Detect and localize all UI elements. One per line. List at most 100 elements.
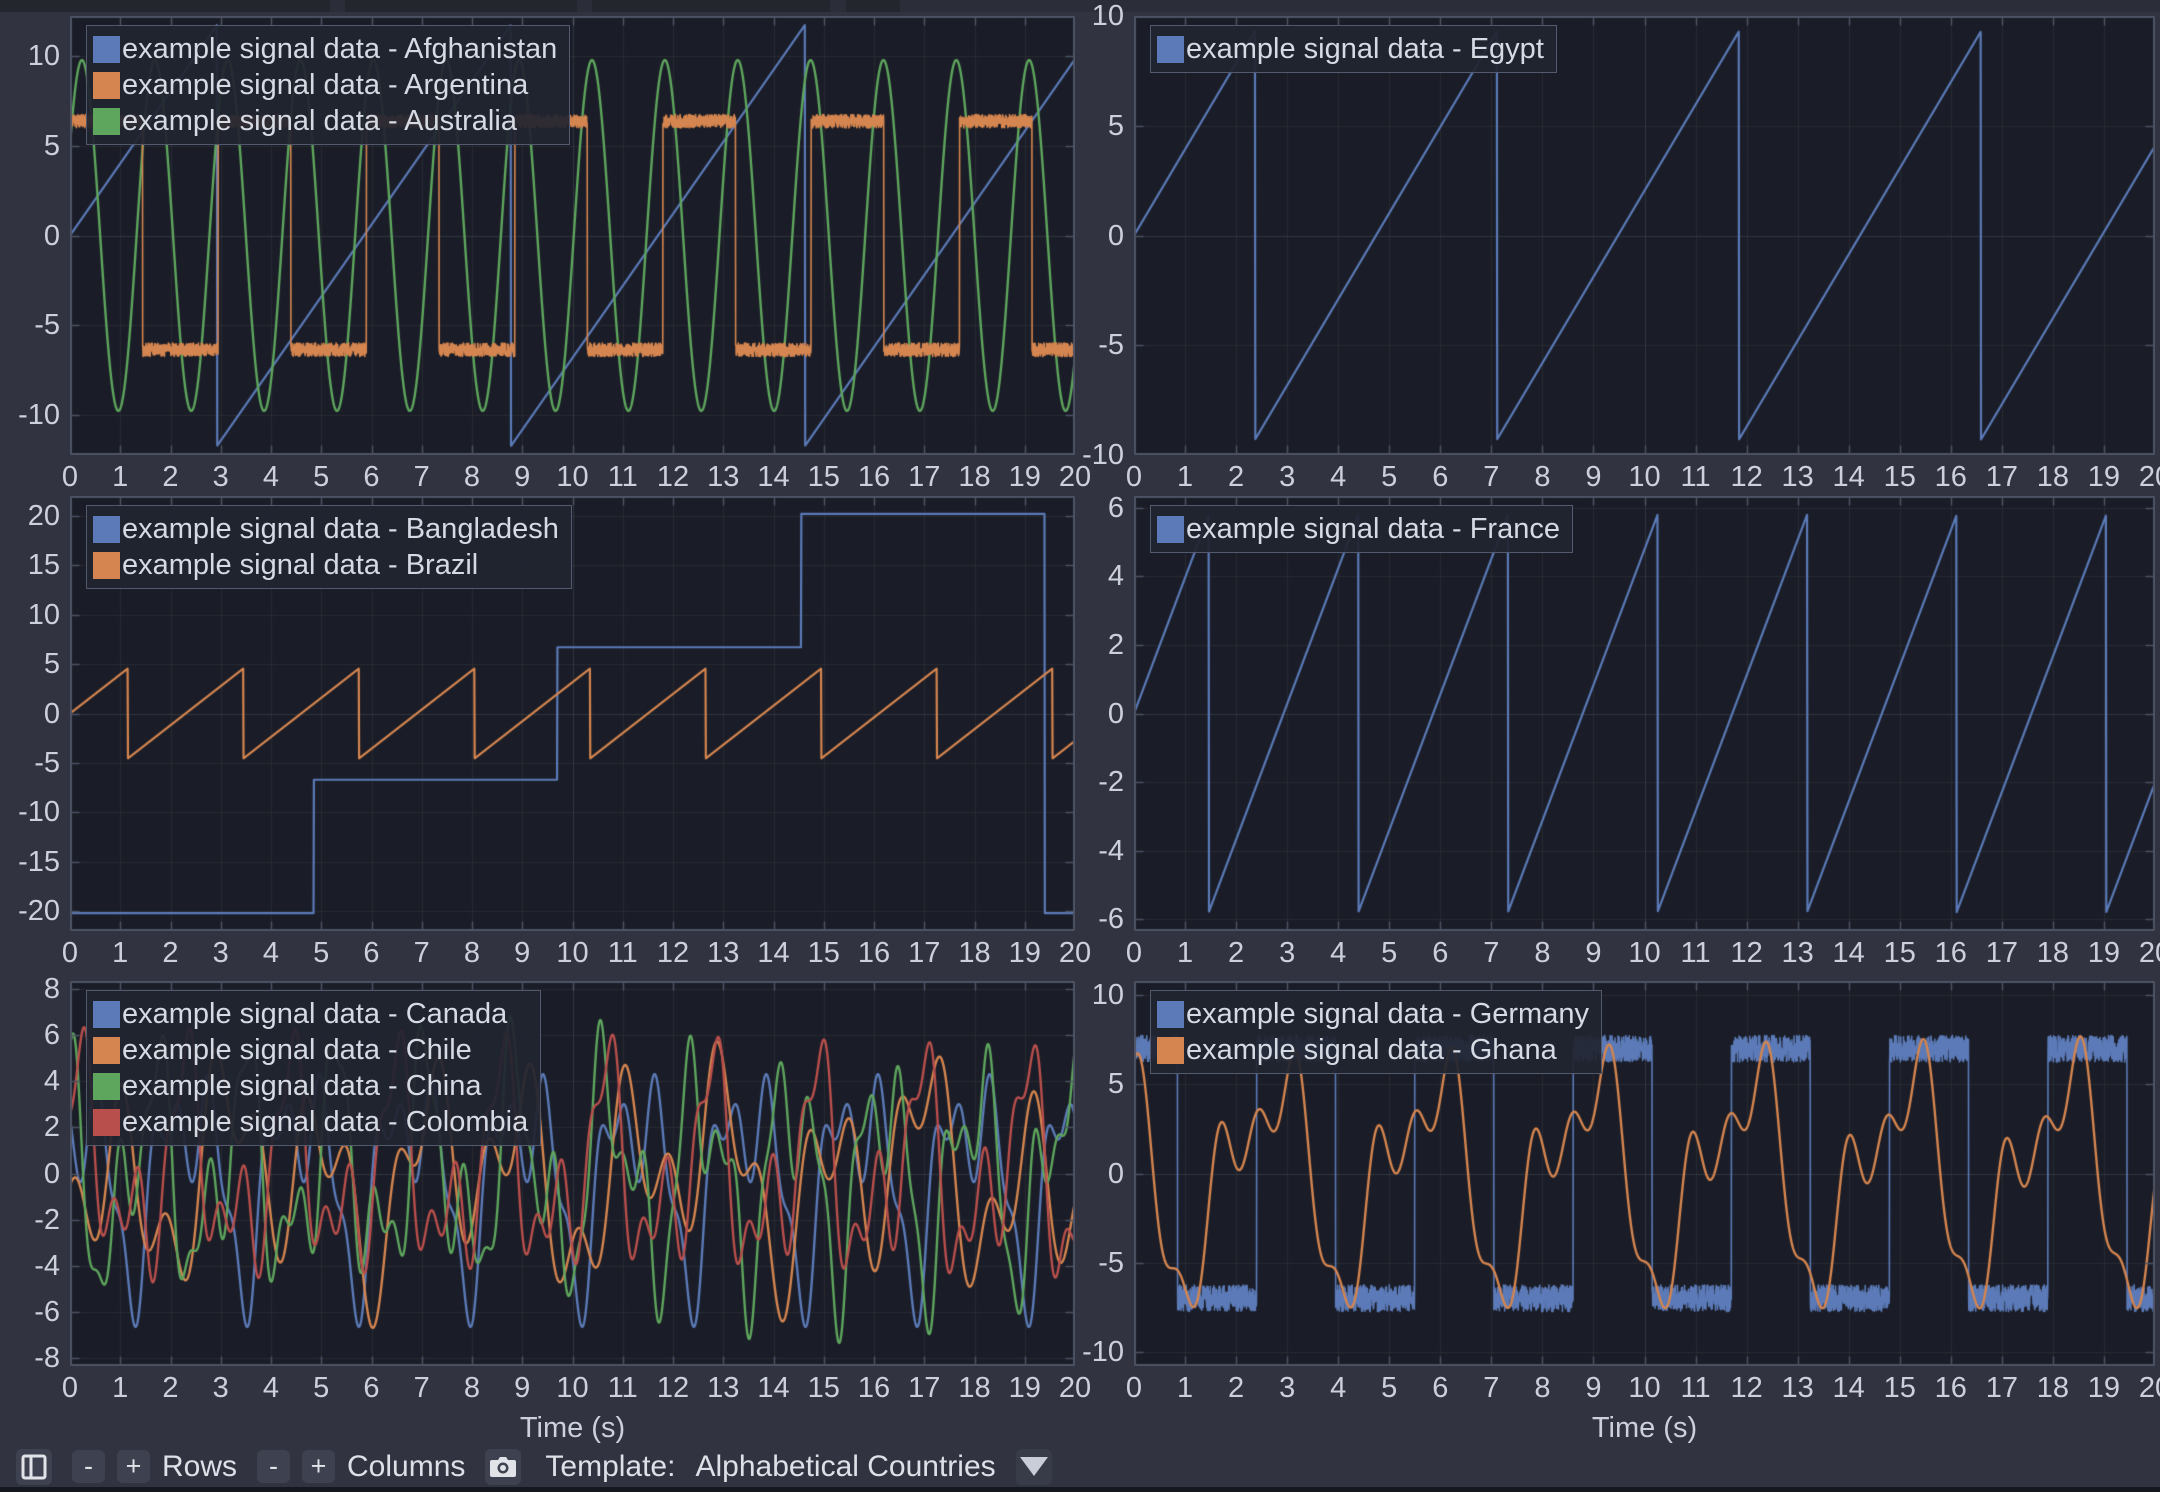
x-tick-label: 1 [1177, 1373, 1193, 1403]
x-tick-label: 3 [213, 1373, 229, 1403]
legend-item[interactable]: example signal data - Brazil [93, 547, 559, 583]
x-tick-label: 5 [1381, 1373, 1397, 1403]
y-tick-label: -5 [1098, 330, 1124, 360]
x-tick-label: 15 [808, 462, 840, 492]
x-tick-label: 17 [908, 1373, 940, 1403]
x-axis-title: Time (s) [520, 1412, 625, 1445]
x-tick-label: 1 [1177, 462, 1193, 492]
x-tick-label: 14 [757, 1373, 789, 1403]
rows-remove-button[interactable]: - [72, 1450, 105, 1483]
x-tick-label: 3 [1279, 938, 1295, 968]
x-tick-label: 14 [1833, 1373, 1865, 1403]
x-tick-label: 3 [1279, 1373, 1295, 1403]
legend-item[interactable]: example signal data - Ghana [1157, 1032, 1589, 1068]
chevron-down-icon [1020, 1457, 1048, 1476]
x-tick-label: 2 [162, 938, 178, 968]
legend-label: example signal data - China [122, 1070, 481, 1103]
template-selected-value[interactable]: Alphabetical Countries [695, 1450, 995, 1484]
legend-item[interactable]: example signal data - Afghanistan [93, 31, 557, 67]
x-tick-label: 13 [707, 1373, 739, 1403]
x-tick-label: 15 [1884, 462, 1916, 492]
y-tick-label: 5 [1108, 111, 1124, 141]
x-tick-label: 6 [1432, 938, 1448, 968]
snapshot-camera-button[interactable] [485, 1449, 521, 1485]
layout-panel-button[interactable] [16, 1449, 52, 1485]
y-tick-label: -6 [1098, 904, 1124, 934]
x-tick-label: 6 [1432, 462, 1448, 492]
x-tick-label: 7 [414, 1373, 430, 1403]
rows-add-button[interactable]: + [117, 1450, 150, 1483]
x-tick-label: 19 [1009, 462, 1041, 492]
y-tick-label: 10 [1092, 1, 1124, 31]
x-tick-label: 18 [2037, 462, 2069, 492]
x-tick-label: 20 [2139, 1373, 2160, 1403]
x-tick-label: 17 [1986, 462, 2018, 492]
y-tick-label: 0 [1108, 699, 1124, 729]
plot-legend: example signal data - Egypt [1150, 25, 1557, 73]
x-tick-label: 7 [414, 462, 430, 492]
y-tick-label: -10 [1082, 1337, 1124, 1367]
x-tick-label: 1 [112, 938, 128, 968]
legend-item[interactable]: example signal data - China [93, 1068, 528, 1104]
x-tick-label: 7 [1483, 1373, 1499, 1403]
legend-label: example signal data - Australia [122, 105, 517, 138]
plot-canvas-1[interactable] [1134, 16, 2155, 455]
x-tick-label: 20 [1059, 1373, 1091, 1403]
y-tick-label: -15 [18, 847, 60, 877]
y-tick-label: -4 [34, 1251, 60, 1281]
x-tick-label: 12 [1730, 938, 1762, 968]
legend-item[interactable]: example signal data - Argentina [93, 67, 557, 103]
x-tick-label: 14 [757, 938, 789, 968]
legend-item[interactable]: example signal data - Germany [1157, 996, 1589, 1032]
y-tick-label: 15 [28, 550, 60, 580]
y-tick-label: -2 [34, 1205, 60, 1235]
legend-label: example signal data - Brazil [122, 549, 478, 582]
legend-item[interactable]: example signal data - Egypt [1157, 31, 1544, 67]
x-tick-label: 15 [808, 938, 840, 968]
legend-label: example signal data - Canada [122, 998, 507, 1031]
x-tick-label: 19 [2088, 938, 2120, 968]
template-dropdown-button[interactable] [1016, 1449, 1052, 1485]
legend-label: example signal data - Colombia [122, 1106, 528, 1139]
x-tick-label: 20 [2139, 462, 2160, 492]
legend-item[interactable]: example signal data - Chile [93, 1032, 528, 1068]
x-tick-label: 11 [608, 462, 638, 492]
columns-remove-button[interactable]: - [257, 1450, 290, 1483]
legend-swatch [93, 1001, 120, 1028]
x-tick-label: 18 [2037, 1373, 2069, 1403]
legend-label: example signal data - Egypt [1186, 33, 1544, 66]
x-tick-label: 16 [1935, 938, 1967, 968]
y-tick-label: -10 [1082, 440, 1124, 470]
legend-swatch [93, 516, 120, 543]
plot-legend: example signal data - Bangladeshexample … [86, 505, 572, 589]
legend-swatch [93, 36, 120, 63]
x-tick-label: 16 [858, 938, 890, 968]
x-tick-label: 18 [2037, 938, 2069, 968]
legend-item[interactable]: example signal data - France [1157, 511, 1560, 547]
y-tick-label: 5 [1108, 1069, 1124, 1099]
x-tick-label: 1 [1177, 938, 1193, 968]
x-tick-label: 13 [1782, 462, 1814, 492]
x-tick-label: 7 [1483, 462, 1499, 492]
legend-item[interactable]: example signal data - Australia [93, 103, 557, 139]
y-tick-label: 8 [44, 974, 60, 1004]
legend-swatch [93, 72, 120, 99]
legend-swatch [93, 552, 120, 579]
y-tick-label: 0 [44, 221, 60, 251]
legend-item[interactable]: example signal data - Bangladesh [93, 511, 559, 547]
y-tick-label: 0 [44, 699, 60, 729]
x-tick-label: 0 [1126, 938, 1142, 968]
window-bottom-edge [0, 1487, 2160, 1492]
plot-grid: 1050-5-100123456789101112131415161718192… [0, 0, 2160, 1446]
x-tick-label: 11 [1680, 938, 1710, 968]
x-tick-label: 14 [1833, 938, 1865, 968]
plot-canvas-3[interactable] [1134, 496, 2155, 931]
legend-item[interactable]: example signal data - Canada [93, 996, 528, 1032]
x-tick-label: 13 [707, 938, 739, 968]
legend-item[interactable]: example signal data - Colombia [93, 1104, 528, 1140]
columns-add-button[interactable]: + [302, 1450, 335, 1483]
x-tick-label: 9 [1585, 1373, 1601, 1403]
legend-label: example signal data - Chile [122, 1034, 472, 1067]
x-tick-label: 19 [2088, 462, 2120, 492]
x-tick-label: 6 [1432, 1373, 1448, 1403]
